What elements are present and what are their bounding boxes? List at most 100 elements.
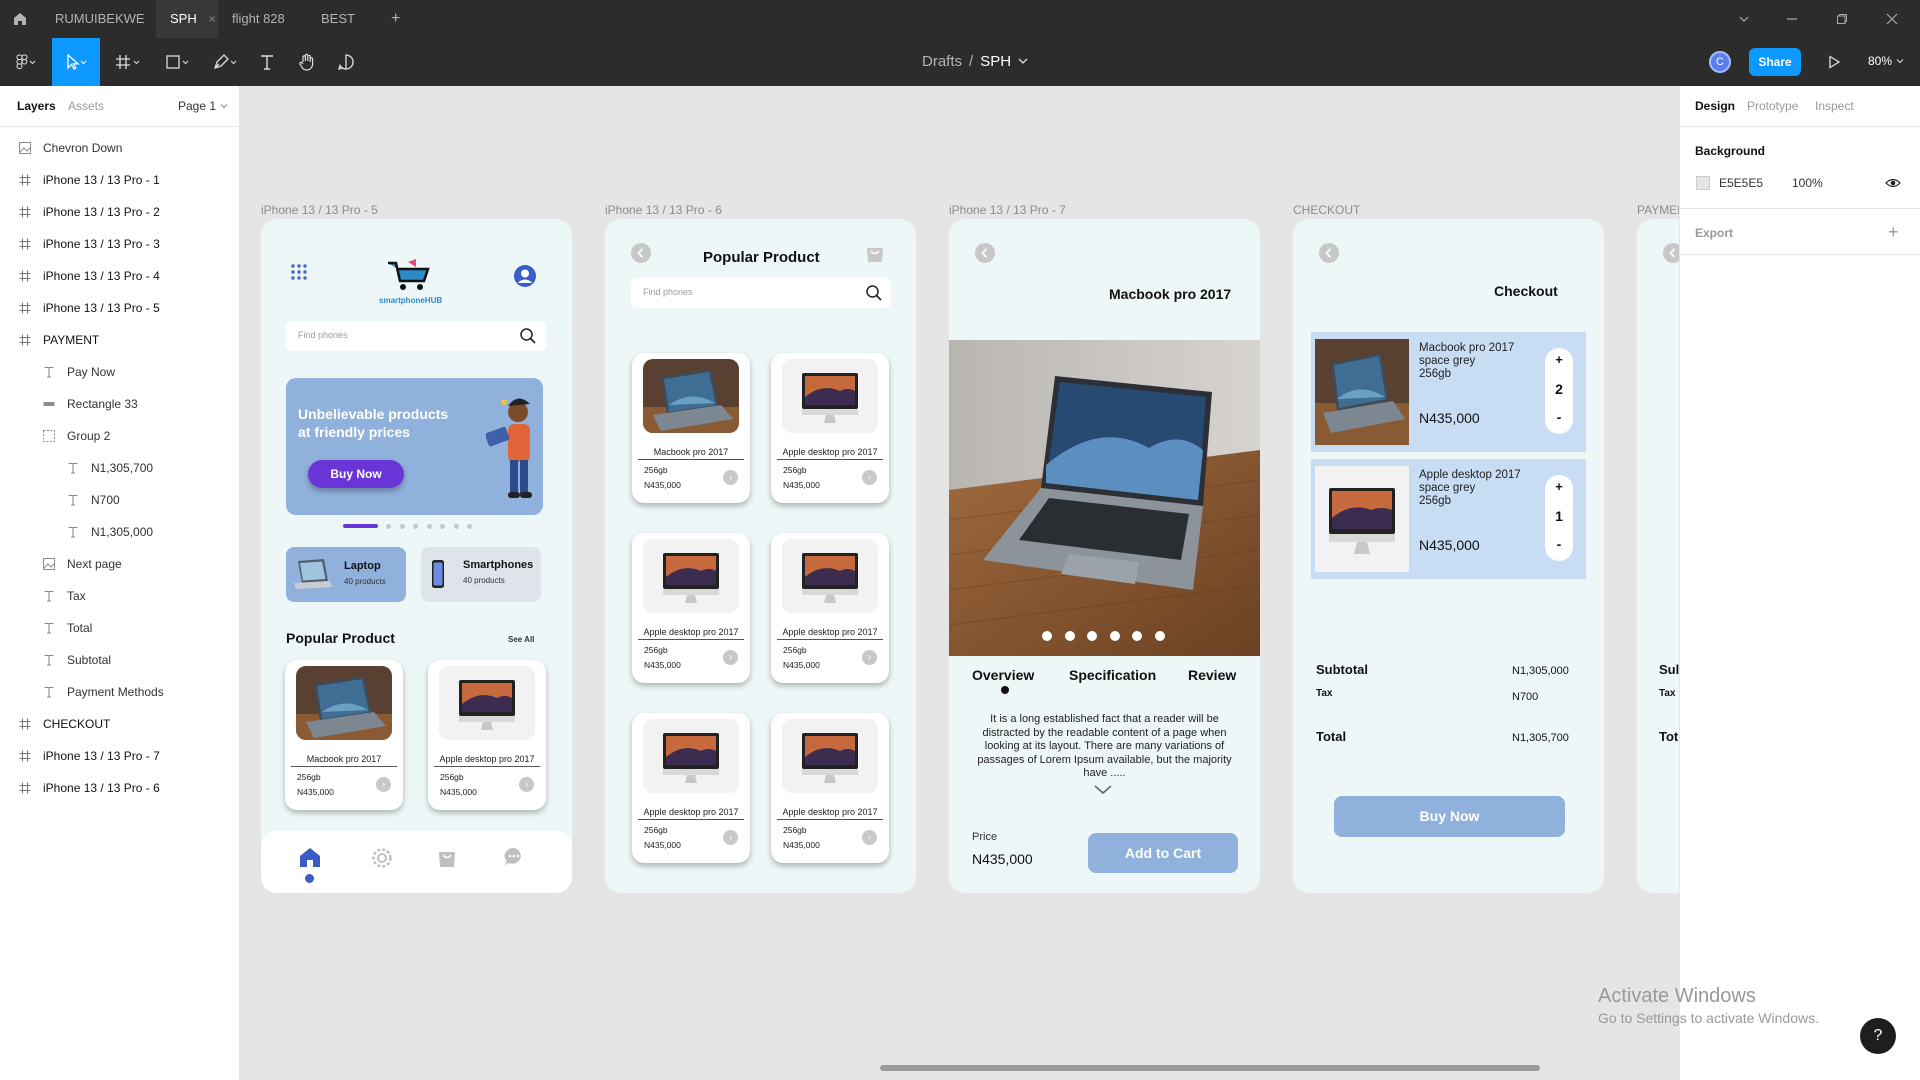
promo-banner[interactable]: Unbelievable products at friendly prices… xyxy=(286,378,543,515)
buy-now-button[interactable]: Buy Now xyxy=(1334,796,1565,837)
layer-row[interactable]: PAYMENT xyxy=(0,324,240,356)
layer-row[interactable]: iPhone 13 / 13 Pro - 2 xyxy=(0,196,240,228)
chevron-down-icon[interactable] xyxy=(1093,784,1113,796)
background-hex-input[interactable]: E5E5E5 xyxy=(1719,176,1763,190)
layer-row[interactable]: Next page xyxy=(0,548,240,580)
minimize-icon[interactable] xyxy=(1786,13,1798,25)
layer-row[interactable]: Tax xyxy=(0,580,240,612)
zoom-dropdown[interactable]: 80% xyxy=(1868,54,1904,68)
arrow-right-icon[interactable]: › xyxy=(376,777,391,792)
background-opacity-input[interactable]: 100% xyxy=(1792,176,1823,190)
layer-row[interactable]: iPhone 13 / 13 Pro - 6 xyxy=(0,772,240,804)
restore-icon[interactable] xyxy=(1836,13,1848,25)
arrow-right-icon[interactable]: › xyxy=(862,470,877,485)
layer-row[interactable]: Payment Methods xyxy=(0,676,240,708)
present-play-icon[interactable] xyxy=(1827,55,1841,69)
close-tab-icon[interactable]: × xyxy=(209,12,216,26)
payment-frame[interactable]: Sul Tax Tot xyxy=(1637,219,1679,893)
product-card[interactable]: Apple desktop pro 2017 256gb N435,000 › xyxy=(771,533,889,683)
product-card[interactable]: Apple desktop pro 2017 256gb N435,000 › xyxy=(428,660,546,810)
tab-review[interactable]: Review xyxy=(1188,667,1236,683)
product-card[interactable]: Macbook pro 2017 256gb N435,000 › xyxy=(285,660,403,810)
banner-buy-now-button[interactable]: Buy Now xyxy=(308,460,404,488)
cart-item[interactable]: Macbook pro 2017 space grey 256gb N435,0… xyxy=(1311,332,1586,452)
see-all-link[interactable]: See All xyxy=(508,635,534,644)
nav-home-icon[interactable] xyxy=(298,846,322,868)
share-button[interactable]: Share xyxy=(1749,48,1801,76)
frame-label-payment[interactable]: PAYMENT xyxy=(1637,203,1679,217)
layer-row[interactable]: N1,305,700 xyxy=(0,452,240,484)
file-tab-sph[interactable]: SPH × xyxy=(156,0,218,38)
layer-row[interactable]: Pay Now xyxy=(0,356,240,388)
breadcrumb-current-file[interactable]: SPH xyxy=(980,53,1011,70)
tab-assets[interactable]: Assets xyxy=(68,99,104,113)
grid-menu-icon[interactable] xyxy=(290,263,308,281)
cart-bag-icon[interactable] xyxy=(865,243,885,263)
frame-label-detail[interactable]: iPhone 13 / 13 Pro - 7 xyxy=(949,203,1066,217)
back-icon[interactable] xyxy=(975,243,995,263)
text-tool-button[interactable] xyxy=(252,38,282,86)
file-tab-best[interactable]: BEST xyxy=(307,0,369,38)
layer-row[interactable]: iPhone 13 / 13 Pro - 4 xyxy=(0,260,240,292)
image-dot[interactable] xyxy=(1109,631,1120,641)
page-selector[interactable]: Page 1 xyxy=(178,99,228,113)
add-export-icon[interactable]: + xyxy=(1888,222,1899,243)
user-avatar[interactable]: C xyxy=(1709,51,1731,73)
frame-label-home[interactable]: iPhone 13 / 13 Pro - 5 xyxy=(261,203,378,217)
increment-button[interactable]: + xyxy=(1545,352,1573,367)
file-tab-flight-828[interactable]: flight 828 xyxy=(218,0,299,38)
add-to-cart-button[interactable]: Add to Cart xyxy=(1088,833,1238,873)
carousel-dot[interactable] xyxy=(413,524,418,529)
product-list-frame[interactable]: Popular Product Find phones Macbook pro … xyxy=(605,219,916,893)
carousel-dot[interactable] xyxy=(386,524,391,529)
search-input[interactable]: Find phones xyxy=(631,278,891,308)
home-frame[interactable]: smartphoneHUB Find phones Unbelievable p… xyxy=(261,219,572,893)
frame-label-list[interactable]: iPhone 13 / 13 Pro - 6 xyxy=(605,203,722,217)
layer-row[interactable]: Subtotal xyxy=(0,644,240,676)
home-icon[interactable] xyxy=(12,11,28,27)
carousel-dot[interactable] xyxy=(440,524,445,529)
arrow-right-icon[interactable]: › xyxy=(519,777,534,792)
cart-item[interactable]: Apple desktop 2017 space grey 256gb N435… xyxy=(1311,459,1586,579)
tab-specification[interactable]: Specification xyxy=(1069,667,1156,683)
carousel-dot[interactable] xyxy=(399,524,405,529)
tab-prototype[interactable]: Prototype xyxy=(1747,99,1798,113)
product-card[interactable]: Apple desktop pro 2017 256gb N435,000 › xyxy=(771,713,889,863)
frame-label-checkout[interactable]: CHECKOUT xyxy=(1293,203,1360,217)
nav-settings-icon[interactable] xyxy=(371,847,393,869)
breadcrumb-drafts[interactable]: Drafts xyxy=(922,53,962,70)
back-icon[interactable] xyxy=(631,243,651,263)
frame-tool-button[interactable] xyxy=(108,38,148,86)
image-dot[interactable] xyxy=(1154,631,1165,641)
carousel-active-indicator[interactable] xyxy=(343,524,378,528)
profile-avatar-icon[interactable] xyxy=(513,264,537,288)
eye-icon[interactable] xyxy=(1885,176,1901,190)
category-laptop[interactable]: Laptop 40 products xyxy=(286,547,406,602)
layer-row[interactable]: N1,305,000 xyxy=(0,516,240,548)
horizontal-scrollbar[interactable] xyxy=(880,1065,1540,1071)
new-tab-button[interactable]: + xyxy=(377,0,414,38)
arrow-right-icon[interactable]: › xyxy=(723,830,738,845)
search-icon[interactable] xyxy=(865,284,883,302)
image-dot[interactable] xyxy=(1132,631,1142,641)
arrow-right-icon[interactable]: › xyxy=(723,650,738,665)
tab-design[interactable]: Design xyxy=(1695,99,1735,113)
tab-inspect[interactable]: Inspect xyxy=(1815,99,1854,113)
file-tab-rumuibekwe[interactable]: RUMUIBEKWE xyxy=(41,0,159,38)
chevron-down-icon[interactable] xyxy=(1738,13,1750,25)
search-input[interactable]: Find phones xyxy=(286,321,546,351)
nav-cart-bag-icon[interactable] xyxy=(437,846,457,868)
pen-tool-button[interactable] xyxy=(206,38,246,86)
carousel-dot[interactable] xyxy=(467,524,472,529)
tab-layers[interactable]: Layers xyxy=(17,99,56,113)
layer-row[interactable]: Group 2 xyxy=(0,420,240,452)
image-dot[interactable] xyxy=(1087,631,1097,641)
carousel-dot[interactable] xyxy=(453,524,459,529)
nav-chat-icon[interactable] xyxy=(503,846,525,868)
image-dot[interactable] xyxy=(1042,631,1052,641)
image-dot[interactable] xyxy=(1064,631,1075,641)
layer-row[interactable]: Rectangle 33 xyxy=(0,388,240,420)
arrow-right-icon[interactable]: › xyxy=(862,830,877,845)
carousel-dot[interactable] xyxy=(426,524,432,529)
help-button[interactable]: ? xyxy=(1860,1018,1896,1054)
